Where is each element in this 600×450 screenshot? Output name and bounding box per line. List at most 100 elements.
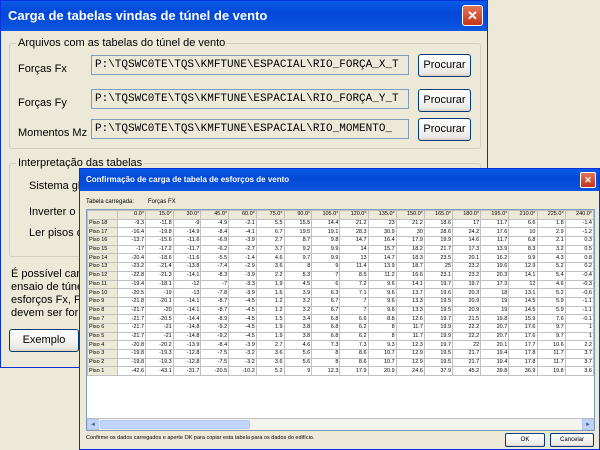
global-system-option[interactable]: Sistema glo xyxy=(29,180,86,192)
table-cell[interactable]: -14.8 xyxy=(172,322,202,333)
table-cell[interactable]: -3.3 xyxy=(228,279,257,290)
table-cell[interactable]: -11.6 xyxy=(172,236,202,246)
table-cell[interactable]: -7.5 xyxy=(200,349,230,359)
table-cell[interactable]: 1.2 xyxy=(255,305,285,316)
table-cell[interactable]: -19 xyxy=(145,288,174,298)
table-cell[interactable]: 10.7 xyxy=(367,357,397,368)
table-cell[interactable]: 14.1 xyxy=(508,270,538,281)
table-cell[interactable]: 9.8 xyxy=(311,236,341,246)
table-cell[interactable]: -14.1 xyxy=(172,305,202,316)
confirm-close-button[interactable]: ✕ xyxy=(580,172,596,188)
table-cell[interactable]: 0.2 xyxy=(564,262,594,272)
table-cell[interactable]: 12 xyxy=(508,279,538,290)
table-cell[interactable]: 10.6 xyxy=(536,340,566,350)
table-cell[interactable]: 13.3 xyxy=(395,305,425,316)
table-cell[interactable]: 19.8 xyxy=(480,314,510,324)
table-cell[interactable]: 20.7 xyxy=(480,322,510,333)
main-title-bar[interactable]: Carga de tabelas vindas de túnel de vent… xyxy=(1,1,487,31)
table-cell[interactable]: 13.9 xyxy=(480,244,510,255)
table-cell[interactable]: 17.6 xyxy=(480,227,510,238)
table-cell[interactable]: -4.1 xyxy=(228,227,257,238)
table-cell[interactable]: 24.6 xyxy=(395,366,425,377)
table-cell[interactable]: 15.7 xyxy=(367,244,397,255)
table-cell[interactable]: 1.9 xyxy=(255,322,285,333)
table-cell[interactable]: 20.1 xyxy=(480,340,510,350)
table-cell[interactable]: -20.5 xyxy=(117,288,147,298)
table-cell[interactable]: -6.9 xyxy=(200,236,230,246)
table-cell[interactable]: 9.6 xyxy=(367,296,397,307)
table-cell[interactable]: 7 xyxy=(311,270,341,281)
table-cell[interactable]: 20.7 xyxy=(480,331,510,342)
table-cell[interactable]: 3.9 xyxy=(283,288,313,298)
table-cell[interactable]: 1.8 xyxy=(536,218,566,229)
table-cell[interactable]: -21 xyxy=(145,322,174,333)
table-cell[interactable]: -20.8 xyxy=(117,340,147,350)
table-cell[interactable]: 11.7 xyxy=(536,349,566,359)
table-cell[interactable]: 10 xyxy=(508,227,538,238)
horizontal-scrollbar[interactable]: ◄ ► xyxy=(87,418,594,430)
table-cell[interactable]: 7.3 xyxy=(311,340,341,350)
table-cell[interactable]: -14.8 xyxy=(172,331,202,342)
table-cell[interactable]: 20.9 xyxy=(452,305,482,316)
table-cell[interactable]: 3.7 xyxy=(255,244,285,255)
table-cell[interactable]: -14.4 xyxy=(172,314,202,324)
table-cell[interactable]: 13.3 xyxy=(395,296,425,307)
table-cell[interactable]: -3.9 xyxy=(228,340,257,350)
table-cell[interactable]: 8 xyxy=(283,262,313,272)
table-cell[interactable]: 36.9 xyxy=(508,366,538,377)
table-cell[interactable]: 24.2 xyxy=(452,227,482,238)
table-cell[interactable]: -4.5 xyxy=(228,331,257,342)
table-cell[interactable]: -11.8 xyxy=(145,218,174,229)
browse-mz-button[interactable]: Procurar xyxy=(418,118,471,141)
table-cell[interactable]: -20.5 xyxy=(145,314,174,324)
table-cell[interactable]: -8.9 xyxy=(200,314,230,324)
table-cell[interactable]: 19.6 xyxy=(423,288,454,298)
table-cell[interactable]: -7.8 xyxy=(200,288,230,298)
table-cell[interactable]: 11.4 xyxy=(339,262,369,272)
table-cell[interactable]: 3.6 xyxy=(255,349,285,359)
table-cell[interactable]: 4.6 xyxy=(283,340,313,350)
table-cell[interactable]: 11.7 xyxy=(480,236,510,246)
table-cell[interactable]: 19.4 xyxy=(480,349,510,359)
table-cell[interactable]: -9 xyxy=(172,218,202,229)
table-cell[interactable]: 1 xyxy=(564,322,594,333)
table-cell[interactable]: 13.1 xyxy=(508,288,538,298)
table-cell[interactable]: 21.7 xyxy=(452,357,482,368)
table-cell[interactable]: 2.9 xyxy=(536,227,566,238)
table-cell[interactable]: -3.2 xyxy=(228,357,257,368)
table-cell[interactable]: 3.7 xyxy=(564,357,594,368)
table-cell[interactable]: -20.5 xyxy=(200,366,230,377)
table-cell[interactable]: 2.7 xyxy=(255,236,285,246)
table-cell[interactable]: 6.8 xyxy=(311,314,341,324)
table-cell[interactable]: 10.7 xyxy=(367,349,397,359)
table-cell[interactable]: 19.1 xyxy=(311,227,341,238)
table-cell[interactable]: -1.4 xyxy=(564,218,594,229)
table-cell[interactable]: 9.6 xyxy=(367,305,397,316)
table-cell[interactable]: 5.9 xyxy=(536,305,566,316)
table-cell[interactable]: -20.1 xyxy=(145,296,174,307)
table-cell[interactable]: 14.7 xyxy=(339,236,369,246)
table-cell[interactable]: -8.3 xyxy=(200,270,230,281)
table-cell[interactable]: 17.7 xyxy=(508,340,538,350)
table-cell[interactable]: 6.7 xyxy=(311,296,341,307)
table-cell[interactable]: 3.2 xyxy=(283,296,313,307)
table-cell[interactable]: 19.7 xyxy=(452,279,482,290)
table-cell[interactable]: -2.7 xyxy=(228,244,257,255)
table-cell[interactable]: -3.2 xyxy=(228,349,257,359)
table-cell[interactable]: 19 xyxy=(480,296,510,307)
table-cell[interactable]: 18.2 xyxy=(395,244,425,255)
table-cell[interactable]: -21 xyxy=(145,331,174,342)
table-cell[interactable]: 28.3 xyxy=(339,227,369,238)
table-cell[interactable]: 8.7 xyxy=(283,236,313,246)
table-cell[interactable]: 18.7 xyxy=(395,262,425,272)
table-cell[interactable]: -13.9 xyxy=(172,340,202,350)
table-cell[interactable]: 19.7 xyxy=(423,314,454,324)
table-cell[interactable]: 17.9 xyxy=(339,366,369,377)
table-cell[interactable]: 8.6 xyxy=(339,357,369,368)
table-cell[interactable]: -19.3 xyxy=(145,357,174,368)
table-cell[interactable]: -4.5 xyxy=(228,322,257,333)
table-cell[interactable]: -20.2 xyxy=(145,340,174,350)
table-cell[interactable]: 8.5 xyxy=(339,270,369,281)
table-cell[interactable]: 12.6 xyxy=(395,314,425,324)
table-cell[interactable]: -14.9 xyxy=(172,227,202,238)
